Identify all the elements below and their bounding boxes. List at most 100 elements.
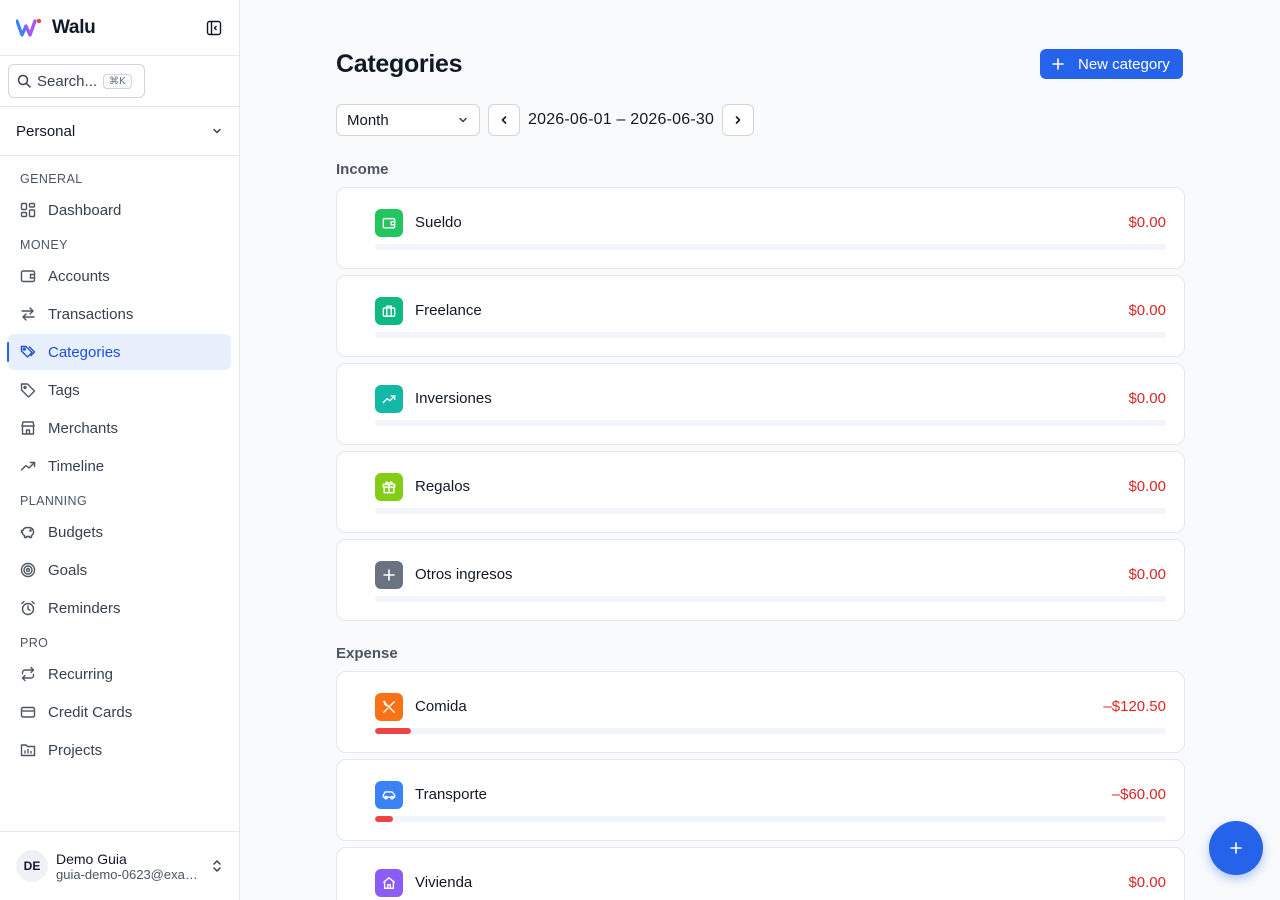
- utensils-icon: [375, 693, 403, 721]
- category-card[interactable]: Transporte –$60.00: [336, 759, 1185, 841]
- workspace-switcher[interactable]: Personal: [0, 107, 239, 156]
- category-name: Vivienda: [415, 874, 473, 891]
- nav-section-pro: PRO: [20, 636, 49, 650]
- sidebar-item-budgets[interactable]: Budgets: [8, 514, 231, 550]
- trend-up-icon: [375, 385, 403, 413]
- category-card[interactable]: Inversiones $0.00: [336, 363, 1185, 445]
- sidebar-item-label: Categories: [48, 343, 121, 361]
- store-icon: [20, 420, 36, 436]
- sidebar-item-label: Credit Cards: [48, 703, 133, 721]
- income-section-label: Income: [336, 161, 389, 178]
- category-progress-track: [375, 420, 1166, 426]
- category-name: Otros ingresos: [415, 566, 513, 583]
- sidebar-item-goals[interactable]: Goals: [8, 552, 231, 588]
- main-content: Categories New category Month 2026-06-01…: [336, 0, 1185, 900]
- tag-icon: [20, 382, 36, 398]
- sidebar-item-dashboard[interactable]: Dashboard: [8, 192, 231, 228]
- chevron-right-icon: [735, 116, 741, 124]
- category-amount: –$120.50: [1103, 698, 1166, 715]
- nav-section-general: GENERAL: [20, 172, 83, 186]
- dashboard-icon: [20, 202, 36, 218]
- sidebar-item-label: Merchants: [48, 419, 119, 437]
- category-progress-track: [375, 596, 1166, 602]
- sidebar-item-label: Projects: [48, 741, 103, 759]
- category-card[interactable]: Vivienda $0.00: [336, 847, 1185, 900]
- wallet-icon: [20, 268, 36, 284]
- sidebar-item-tags[interactable]: Tags: [8, 372, 231, 408]
- category-amount: $0.00: [1128, 214, 1166, 231]
- sidebar-item-credit-cards[interactable]: Credit Cards: [8, 694, 231, 730]
- previous-period-button[interactable]: [488, 104, 520, 136]
- category-name: Inversiones: [415, 390, 492, 407]
- category-card[interactable]: Comida –$120.50: [336, 671, 1185, 753]
- sidebar-item-accounts[interactable]: Accounts: [8, 258, 231, 294]
- chevron-down-icon: [213, 128, 221, 134]
- date-range: 2026-06-01 – 2026-06-30: [528, 111, 715, 128]
- sidebar-item-label: Timeline: [48, 457, 105, 475]
- category-amount: $0.00: [1128, 390, 1166, 407]
- new-category-button[interactable]: New category: [1040, 49, 1183, 79]
- chevron-down-icon: [459, 117, 467, 123]
- wallet-icon: [375, 209, 403, 237]
- sidebar-item-label: Recurring: [48, 665, 114, 683]
- category-progress-track: [375, 816, 1166, 822]
- next-period-button[interactable]: [722, 104, 755, 136]
- category-name: Comida: [415, 698, 467, 715]
- expense-list: Comida –$120.50 Transporte –$60.00 Vivie…: [336, 671, 1185, 900]
- sidebar-nav: GENERAL Dashboard MONEY Accounts Transac…: [0, 156, 239, 768]
- category-amount: $0.00: [1128, 478, 1166, 495]
- sidebar-item-timeline[interactable]: Timeline: [8, 448, 231, 484]
- sidebar-item-reminders[interactable]: Reminders: [8, 590, 231, 626]
- expense-section-label: Expense: [336, 645, 398, 662]
- sidebar-item-recurring[interactable]: Recurring: [8, 656, 231, 692]
- briefcase-icon: [375, 297, 403, 325]
- plus-icon: [1052, 58, 1064, 70]
- nav-section-money: MONEY: [20, 238, 68, 252]
- sidebar-item-merchants[interactable]: Merchants: [8, 410, 231, 446]
- sidebar-item-label: Tags: [48, 381, 80, 399]
- tags-icon: [20, 344, 36, 360]
- sidebar-item-categories[interactable]: Categories: [7, 334, 231, 370]
- search-shortcut: ⌘K: [103, 73, 132, 89]
- gift-icon: [375, 473, 403, 501]
- sidebar-item-label: Transactions: [48, 305, 134, 323]
- avatar: DE: [16, 850, 48, 882]
- search-icon: [17, 74, 31, 88]
- credit-card-icon: [20, 704, 36, 720]
- category-progress-track: [375, 508, 1166, 514]
- car-icon: [375, 781, 403, 809]
- category-card[interactable]: Sueldo $0.00: [336, 187, 1185, 269]
- page-title: Categories: [336, 50, 463, 78]
- period-controls: Month 2026-06-01 – 2026-06-30: [336, 104, 755, 136]
- user-menu[interactable]: DE Demo Guia guia-demo-0623@example.com: [0, 831, 239, 900]
- category-name: Regalos: [415, 478, 471, 495]
- category-card[interactable]: Regalos $0.00: [336, 451, 1185, 533]
- search-button[interactable]: Search... ⌘K: [8, 64, 145, 98]
- walu-logo-icon: [16, 18, 42, 37]
- sidebar-item-transactions[interactable]: Transactions: [8, 296, 231, 332]
- chevron-left-icon: [501, 116, 507, 124]
- search-label: Search...: [37, 72, 98, 90]
- brand-name: Walu: [52, 16, 96, 38]
- category-card[interactable]: Otros ingresos $0.00: [336, 539, 1185, 621]
- sidebar-item-label: Dashboard: [48, 201, 122, 219]
- period-value: Month: [347, 111, 389, 129]
- arrows-swap-icon: [20, 306, 36, 322]
- category-amount: –$60.00: [1111, 786, 1166, 803]
- sidebar-item-label: Goals: [48, 561, 88, 579]
- sidebar-collapse-icon[interactable]: [205, 19, 223, 37]
- user-email: guia-demo-0623@example.com: [56, 866, 198, 882]
- target-icon: [20, 562, 36, 578]
- category-progress-fill: [375, 728, 412, 734]
- quick-add-button[interactable]: [1209, 821, 1263, 875]
- period-select[interactable]: Month: [336, 104, 480, 136]
- category-name: Transporte: [415, 786, 487, 803]
- alarm-icon: [20, 600, 36, 616]
- sidebar-item-label: Reminders: [48, 599, 121, 617]
- category-card[interactable]: Freelance $0.00: [336, 275, 1185, 357]
- user-name: Demo Guia: [56, 850, 127, 867]
- sidebar-item-projects[interactable]: Projects: [8, 732, 231, 768]
- category-progress-track: [375, 728, 1166, 734]
- category-progress-track: [375, 244, 1166, 250]
- piggy-bank-icon: [20, 524, 36, 540]
